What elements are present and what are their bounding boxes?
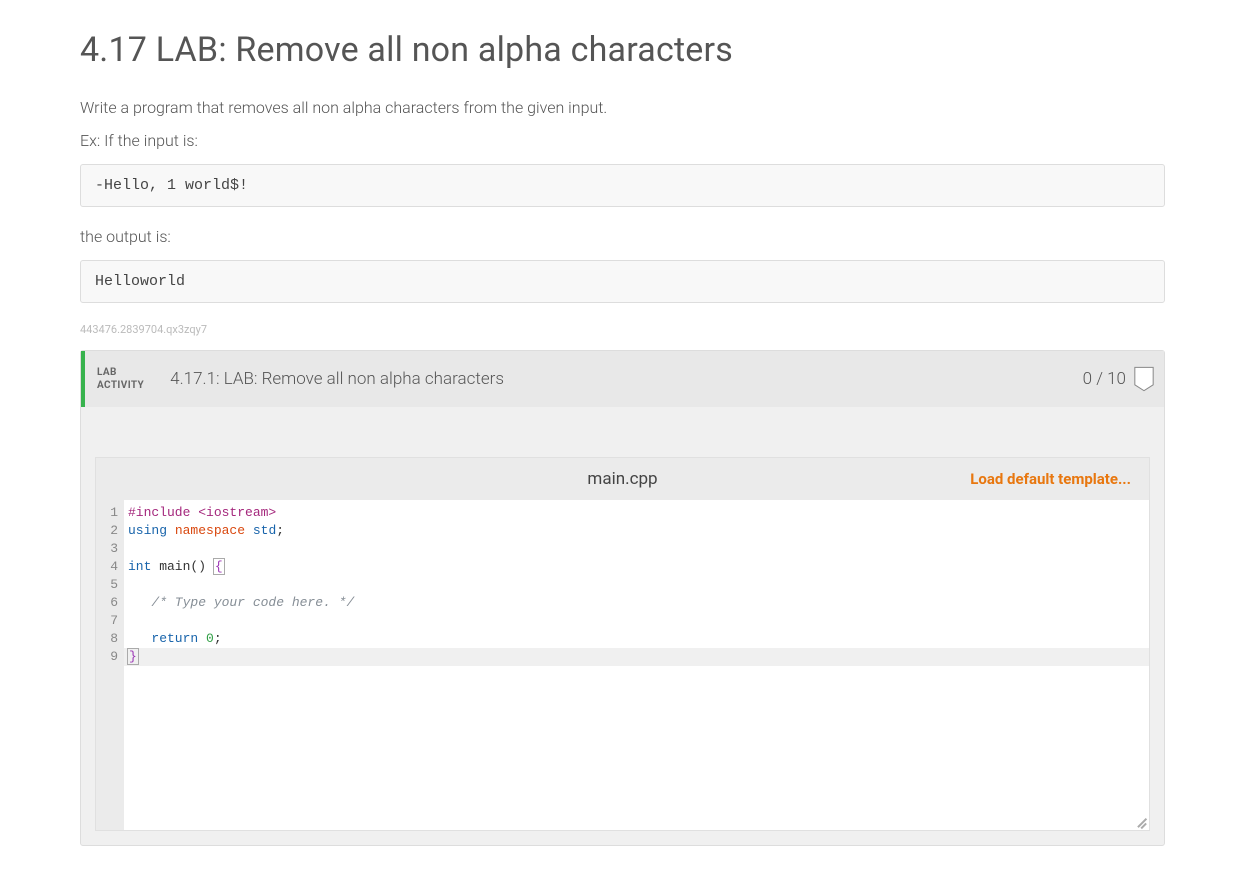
line-number: 8	[102, 630, 118, 648]
line-number: 4	[102, 558, 118, 576]
watermark-text: 443476.2839704.qx3zqy7	[80, 323, 1165, 336]
editor-header: main.cpp Load default template...	[96, 458, 1149, 500]
code-line[interactable]: }	[124, 648, 1149, 666]
code-editor: main.cpp Load default template... 1 2 3 …	[95, 457, 1150, 831]
code-line[interactable]	[128, 576, 1143, 594]
line-number: 5	[102, 576, 118, 594]
assignment-description: Write a program that removes all non alp…	[80, 98, 1165, 117]
load-default-template-link[interactable]: Load default template...	[970, 470, 1131, 488]
code-line[interactable]: using namespace std;	[128, 522, 1143, 540]
page-title: 4.17 LAB: Remove all non alpha character…	[80, 30, 1165, 70]
editor-body[interactable]: 1 2 3 4 5 6 7 8 9 #include <iostream>usi…	[96, 500, 1149, 830]
code-line[interactable]: int main() {	[128, 558, 1143, 576]
code-line[interactable]: #include <iostream>	[128, 504, 1143, 522]
code-line[interactable]	[128, 612, 1143, 630]
lab-header: LAB ACTIVITY 4.17.1: LAB: Remove all non…	[81, 351, 1164, 407]
resize-handle-icon[interactable]	[1134, 815, 1146, 827]
line-number-gutter: 1 2 3 4 5 6 7 8 9	[96, 500, 124, 830]
example-input-label: Ex: If the input is:	[80, 131, 1165, 150]
lab-score: 0 / 10	[1075, 351, 1134, 407]
lab-title: 4.17.1: LAB: Remove all non alpha charac…	[158, 351, 1075, 407]
example-input-block: -Hello, 1 world$!	[80, 164, 1165, 207]
line-number: 1	[102, 504, 118, 522]
line-number: 6	[102, 594, 118, 612]
example-output-block: Helloworld	[80, 260, 1165, 303]
code-line[interactable]: /* Type your code here. */	[128, 594, 1143, 612]
line-number: 7	[102, 612, 118, 630]
code-line[interactable]	[128, 540, 1143, 558]
lab-tag: LAB ACTIVITY	[85, 351, 158, 407]
lab-tag-line2: ACTIVITY	[97, 379, 144, 392]
line-number: 3	[102, 540, 118, 558]
badge-icon	[1134, 351, 1164, 407]
line-number: 9	[102, 648, 118, 666]
lab-activity-box: LAB ACTIVITY 4.17.1: LAB: Remove all non…	[80, 350, 1165, 846]
code-content[interactable]: #include <iostream>using namespace std; i…	[124, 500, 1149, 830]
code-line[interactable]: return 0;	[128, 630, 1143, 648]
line-number: 2	[102, 522, 118, 540]
lab-tag-line1: LAB	[97, 366, 144, 379]
filename-label: main.cpp	[587, 469, 657, 489]
example-output-label: the output is:	[80, 227, 1165, 246]
